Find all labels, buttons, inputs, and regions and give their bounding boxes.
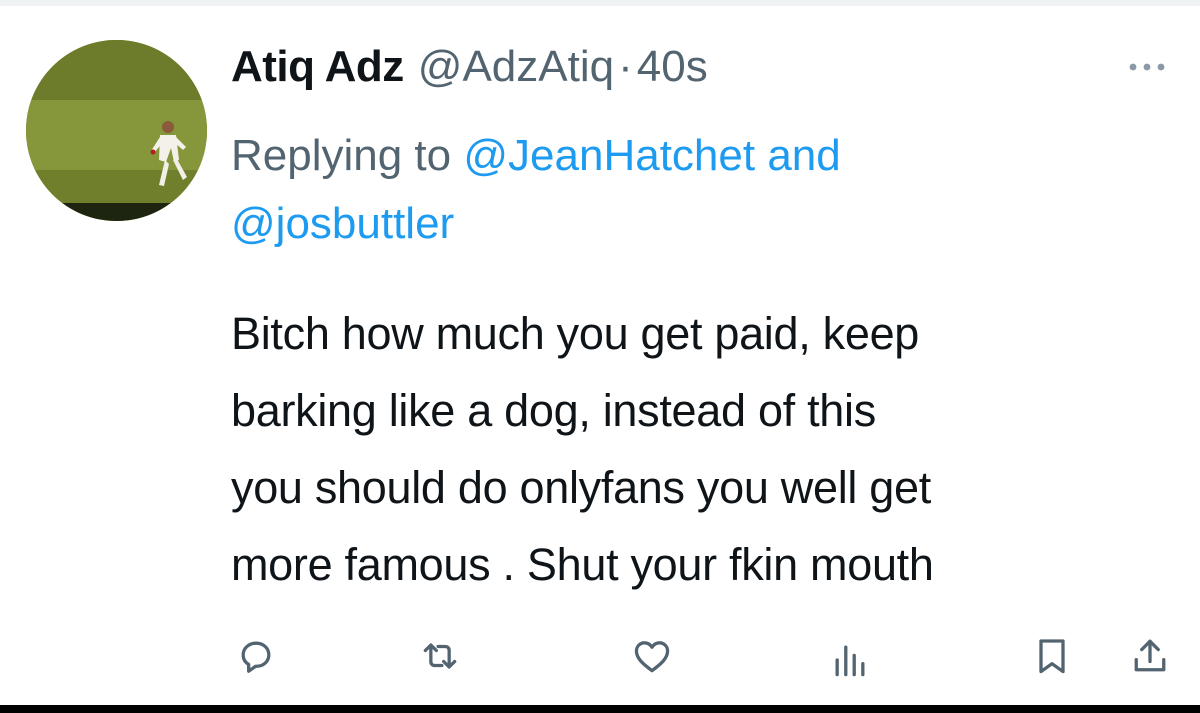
reply-icon: [241, 641, 271, 673]
more-horizontal-icon: [1129, 63, 1165, 71]
bottom-edge: [0, 705, 1200, 713]
retweet-icon: [423, 643, 457, 669]
views-icon: [835, 645, 865, 677]
tweet-text-line: barking like a dog, instead of this: [231, 385, 876, 436]
reply-conjunction: and: [767, 131, 841, 180]
like-button[interactable]: [626, 630, 678, 682]
timestamp[interactable]: 40s: [637, 42, 708, 92]
mention-link[interactable]: @JeanHatchet: [463, 131, 755, 180]
replying-prefix: Replying to: [231, 131, 452, 180]
avatar-photo: [26, 40, 207, 221]
tweet-header: Atiq Adz @AdzAtiq · 40s: [231, 42, 708, 98]
tweet-text: Bitch how much you get paid, keep barkin…: [231, 295, 1181, 603]
top-divider: [0, 0, 1200, 6]
replying-to: Replying to @JeanHatchet and @josbuttler: [231, 122, 1091, 258]
avatar[interactable]: [26, 40, 207, 221]
views-button[interactable]: [824, 634, 876, 686]
separator-dot: ·: [618, 42, 633, 91]
share-icon: [1134, 639, 1166, 672]
mention-link[interactable]: @josbuttler: [231, 199, 454, 248]
display-name[interactable]: Atiq Adz: [231, 42, 404, 92]
share-button[interactable]: [1124, 630, 1176, 682]
tweet-text-line: you should do onlyfans you well get: [231, 462, 931, 513]
tweet-text-line: Bitch how much you get paid, keep: [231, 308, 920, 359]
tweet-text-line: more famous . Shut your fkin mouth: [231, 539, 934, 590]
bookmark-icon: [1039, 639, 1065, 674]
user-handle[interactable]: @AdzAtiq: [418, 42, 614, 92]
retweet-button[interactable]: [414, 630, 466, 682]
more-options-button[interactable]: [1122, 52, 1172, 82]
heart-icon: [634, 641, 670, 673]
reply-button[interactable]: [230, 630, 282, 682]
bookmark-button[interactable]: [1026, 630, 1078, 682]
